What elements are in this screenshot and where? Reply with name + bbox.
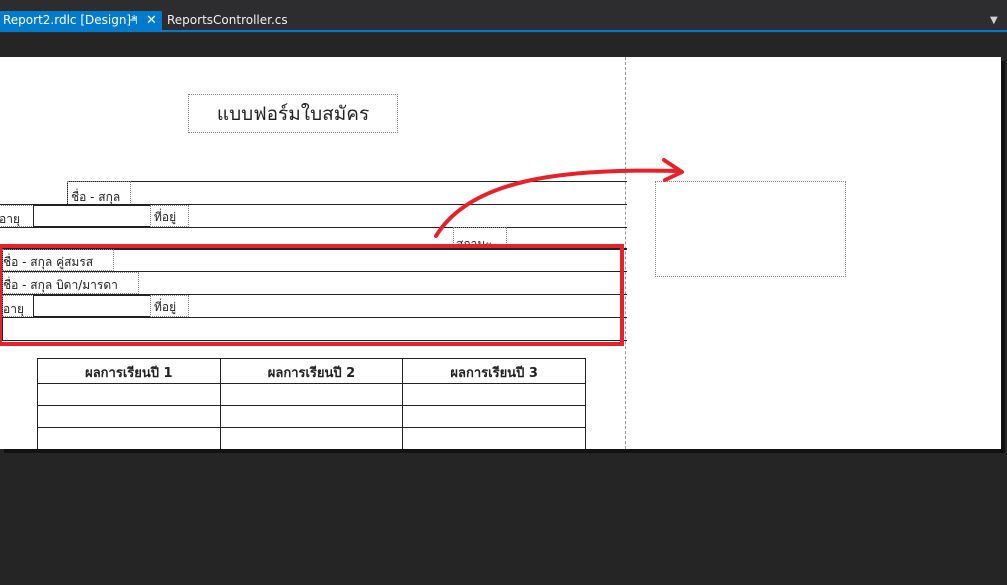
arrow-annotation [434, 158, 684, 238]
arrow-shaft [434, 168, 680, 238]
